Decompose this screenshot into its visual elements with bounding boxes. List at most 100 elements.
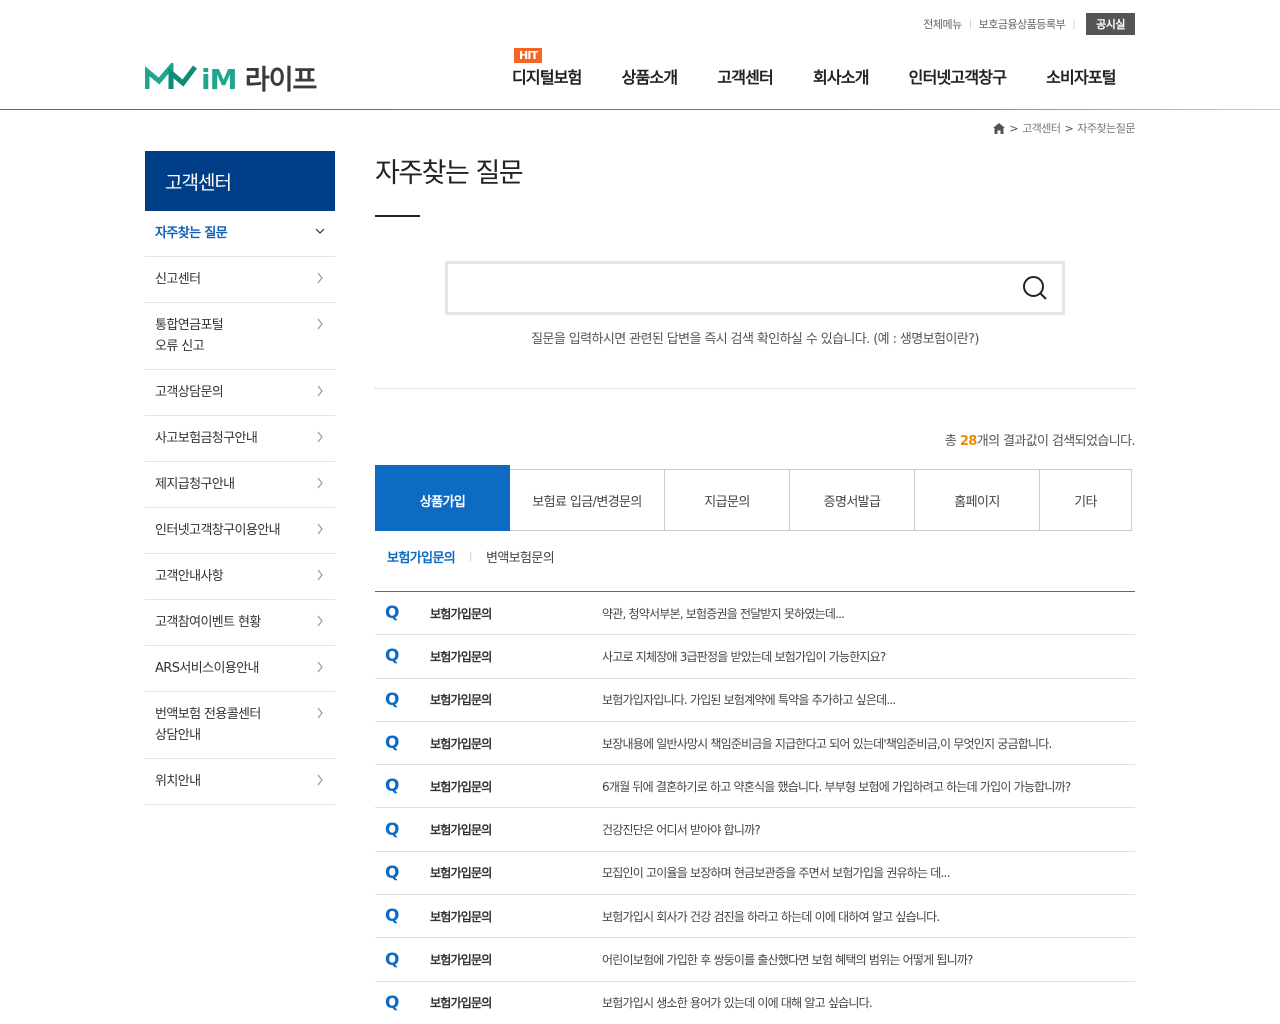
sidebar-item-label: 자주찾는 질문 [155,226,228,241]
sidebar-item[interactable]: 위치안내 [145,759,335,805]
util-separator: | [1072,18,1076,30]
breadcrumb: > 고객센터 > 자주찾는질문 [993,120,1135,136]
tab-homepage[interactable]: 홈페이지 [915,469,1040,531]
sidebar-item[interactable]: 제지급청구안내 [145,462,335,508]
faq-q-marker: Q [385,689,400,710]
sidebar-item[interactable]: ARS서비스이용안내 [145,646,335,692]
faq-row[interactable]: Q 보험가입문의 보험가입시 회사가 건강 검진을 하라고 하는데 이에 대하여 알… [375,895,1135,939]
faq-row[interactable]: Q 보험가입문의 보장내용에 일반사망시 책임준비금을 지급한다고 되어 있는데'책… [375,722,1135,766]
breadcrumb-level1[interactable]: 고객센터 [1022,120,1061,136]
tab-certificate[interactable]: 증명서발급 [790,469,915,531]
chevron-right-icon [317,385,323,397]
faq-row[interactable]: Q 보험가입문의 어린이보험에 가입한 후 쌍둥이를 출산했다면 보험 혜택의 범위… [375,938,1135,982]
result-count: 총 28개의 결과값이 검색되었습니다. [944,430,1136,449]
chevron-right-icon [317,431,323,443]
top-utility-bar: 전체메뉴 | 보호금융상품등록부 | 공시실 [923,13,1135,35]
sidebar-item[interactable]: 고객상담문의 [145,370,335,416]
sidebar-item[interactable]: 번액보험 전용콜센터 상담안내 [145,692,335,759]
gnb-products[interactable]: 상품소개 [602,64,698,88]
faq-q-marker: Q [385,906,400,927]
faq-q-marker: Q [385,776,400,797]
logo-name: 라이프 [244,64,318,96]
main-content: 자주찾는 질문 질문을 입력하시면 관련된 답변을 즉시 검색 확인하실 수 있… [375,151,1136,1024]
gnb-label: 회사소개 [812,68,869,87]
faq-title: 어린이보험에 가입한 후 쌍둥이를 출산했다면 보험 혜택의 범위는 어떻게 됩… [602,953,973,968]
gnb-company[interactable]: 회사소개 [793,64,889,88]
faq-title: 건강진단은 어디서 받아야 합니까? [602,823,761,838]
sidebar-item[interactable]: 사고보험금청구안내 [145,416,335,462]
hit-badge: HIT [514,48,543,63]
logo-im: iM [201,62,237,96]
faq-row[interactable]: Q 보험가입문의 건강진단은 어디서 받아야 합니까? [375,808,1135,852]
gnb-digital-insurance[interactable]: HIT 디지털보험 [492,48,602,88]
sidebar-item[interactable]: 인터넷고객창구이용안내 [145,508,335,554]
sidebar-item[interactable]: 고객안내사항 [145,554,335,600]
faq-row[interactable]: Q 보험가입문의 약관, 청약서부본, 보험증권을 전달받지 못하였는데... [375,592,1135,636]
sidebar-item-label: 제지급청구안내 [155,477,235,492]
category-tabs: 상품가입 보험료 입금/변경문의 지급문의 증명서발급 홈페이지 기타 [375,469,1135,531]
chevron-right-icon [317,615,323,627]
chevron-right-icon [317,523,323,535]
gnb-consumer-portal[interactable]: 소비자포털 [1026,64,1136,88]
result-prefix: 총 [944,434,960,449]
faq-q-marker: Q [385,733,400,754]
sidebar-item-label: 위치안내 [155,774,201,789]
dotted-divider [375,388,1135,389]
search-icon[interactable] [1022,275,1048,301]
sidebar-item-label: 신고센터 [155,272,201,287]
sidebar-item-label: 번액보험 전용콜센터 상담안내 [155,707,261,743]
faq-row[interactable]: Q 보험가입문의 모집인이 고이율을 보장하며 현금보관증을 주면서 보험가입을 권… [375,852,1135,896]
gnb-label: 상품소개 [621,68,678,87]
all-menu-link[interactable]: 전체메뉴 [923,16,962,32]
tab-payment-inquiry[interactable]: 지급문의 [665,469,790,531]
faq-row[interactable]: Q 보험가입문의 보험가입시 생소한 용어가 있는데 이에 대해 알고 싶습니다. [375,982,1135,1024]
search-box [445,261,1065,315]
chevron-right-icon [317,707,323,719]
chevron-right-icon [317,569,323,581]
faq-row[interactable]: Q 보험가입문의 사고로 지체장애 3급판정을 받았는데 보험가입이 가능한지요? [375,635,1135,679]
faq-row[interactable]: Q 보험가입문의 보험가입자입니다. 가입된 보험계약에 특약을 추가하고 싶은데.… [375,679,1135,722]
search-input[interactable] [448,264,1062,312]
subtab-variable-inquiry[interactable]: 변액보험문의 [486,547,555,566]
gnb-label: 디지털보험 [512,68,582,87]
tab-product-join[interactable]: 상품가입 [375,469,510,531]
sidebar-item[interactable]: 고객참여이벤트 현황 [145,600,335,646]
faq-q-marker: Q [385,949,400,970]
faq-category: 보험가입문의 [430,953,492,968]
subtab-join-inquiry[interactable]: 보험가입문의 [387,547,456,566]
logo[interactable]: iM 라이프 [145,58,318,97]
gnb-internet-window[interactable]: 인터넷고객창구 [889,64,1026,88]
home-icon[interactable] [993,122,1006,134]
chevron-right-icon [317,477,323,489]
header-divider [0,109,1280,110]
logo-mark-icon [145,63,197,89]
faq-title: 6개월 뒤에 결혼하기로 하고 약혼식을 했습니다. 부부형 보험에 가입하려고… [602,779,1071,794]
faq-category: 보험가입문의 [430,649,492,664]
faq-title: 보험가입자입니다. 가입된 보험계약에 특약을 추가하고 싶은데... [602,693,896,708]
faq-category: 보험가입문의 [430,866,492,881]
faq-q-marker: Q [385,862,400,883]
tab-etc[interactable]: 기타 [1040,469,1132,531]
title-underline [375,215,420,217]
breadcrumb-separator: > [1064,121,1074,135]
product-registry-link[interactable]: 보호금융상품등록부 [979,16,1066,32]
sidebar-item[interactable]: 통합연금포털 오류 신고 [145,303,335,370]
sidebar-item-label: 고객상담문의 [155,385,224,400]
gnb-label: 인터넷고객창구 [908,68,1007,87]
page-title: 자주찾는 질문 [375,158,524,189]
notice-button[interactable]: 공시실 [1086,13,1135,35]
result-number: 28 [959,434,978,449]
faq-title: 보험가입시 생소한 용어가 있는데 이에 대해 알고 싶습니다. [602,996,873,1011]
faq-category: 보험가입문의 [430,996,492,1011]
gnb-customer-center[interactable]: 고객센터 [697,64,793,88]
tab-premium-payment[interactable]: 보험료 입금/변경문의 [510,469,665,531]
gnb-label: 고객센터 [717,68,773,87]
sidebar-item[interactable]: 자주찾는 질문 [145,211,335,257]
faq-row[interactable]: Q 보험가입문의 6개월 뒤에 결혼하기로 하고 약혼식을 했습니다. 부부형 보험… [375,765,1135,809]
faq-category: 보험가입문의 [430,693,492,708]
faq-q-marker: Q [385,992,400,1013]
sub-tabs: 보험가입문의 | 변액보험문의 [387,547,555,566]
sidebar-item[interactable]: 신고센터 [145,257,335,303]
breadcrumb-level2: 자주찾는질문 [1077,122,1135,135]
logo-text: iM 라이프 [201,58,318,97]
